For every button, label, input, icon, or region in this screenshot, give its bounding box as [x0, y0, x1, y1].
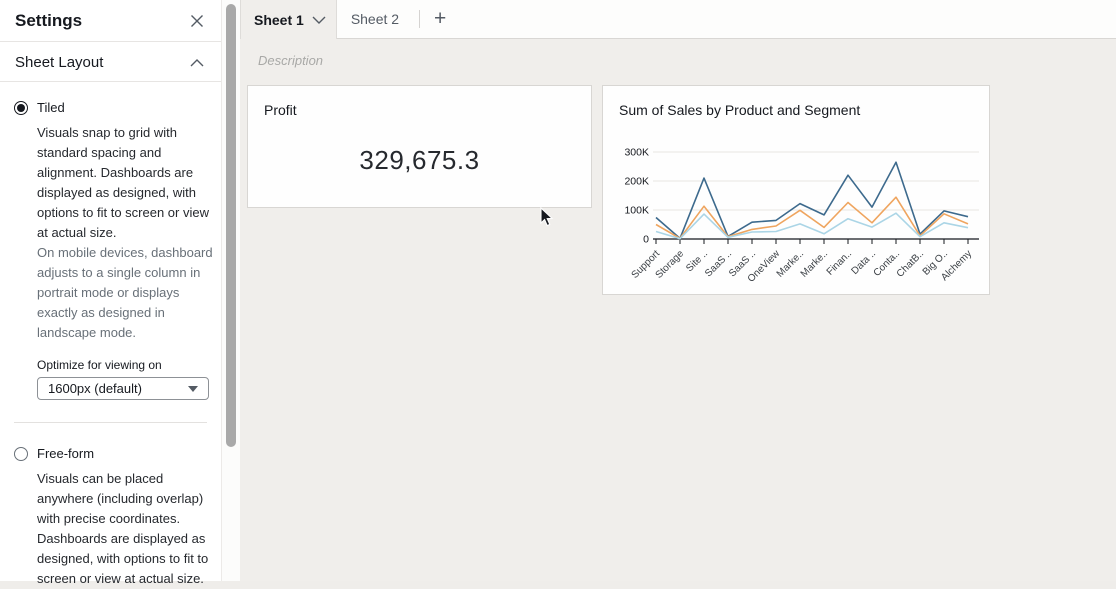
- chevron-up-icon[interactable]: [188, 53, 206, 71]
- x-axis-tick-label: ChatB..: [895, 248, 926, 279]
- tiled-radio-label: Tiled: [37, 100, 65, 115]
- optimize-select[interactable]: 1600px (default): [37, 377, 209, 400]
- y-axis-tick-label: 200K: [624, 176, 649, 188]
- caret-down-icon: [188, 386, 198, 392]
- profit-kpi-card[interactable]: Profit 329,675.3: [247, 85, 592, 208]
- optimize-select-value: 1600px (default): [48, 381, 142, 396]
- sidebar-scrollbar-track[interactable]: [222, 0, 240, 581]
- kpi-value: 329,675.3: [248, 145, 591, 176]
- freeform-radio-row[interactable]: Free-form: [14, 446, 207, 461]
- y-axis-tick-label: 0: [643, 234, 649, 246]
- chevron-down-icon[interactable]: [312, 12, 326, 28]
- y-axis-tick-label: 100K: [624, 205, 649, 217]
- tiled-description: Visuals snap to grid with standard spaci…: [37, 123, 213, 243]
- sheet-description-input[interactable]: Description: [258, 53, 323, 68]
- freeform-block: Free-form Visuals can be placed anywhere…: [14, 446, 207, 589]
- tab-sheet-2-label: Sheet 2: [351, 11, 399, 27]
- settings-panel: Settings Sheet Layout Tiled Visuals snap…: [0, 0, 222, 581]
- add-sheet-button[interactable]: +: [426, 0, 454, 38]
- sidebar-divider: [14, 422, 207, 423]
- sales-line-chart-card[interactable]: Sum of Sales by Product and Segment 300K…: [602, 85, 990, 295]
- tab-sheet-2[interactable]: Sheet 2: [337, 0, 413, 38]
- optimize-block: Optimize for viewing on 1600px (default): [37, 358, 207, 400]
- kpi-card-title: Profit: [264, 102, 297, 118]
- line-series-segment-1: [656, 162, 968, 238]
- tiled-radio-button[interactable]: [14, 101, 28, 115]
- settings-title: Settings: [15, 11, 82, 31]
- tab-sheet-1[interactable]: Sheet 1: [240, 0, 337, 40]
- freeform-radio-label: Free-form: [37, 446, 94, 461]
- settings-panel-header: Settings: [0, 0, 221, 42]
- y-axis-tick-label: 300K: [624, 147, 649, 159]
- sheet-tabbar: Sheet 1 Sheet 2 +: [240, 0, 1116, 39]
- tiled-radio-row[interactable]: Tiled: [14, 100, 207, 115]
- freeform-description: Visuals can be placed anywhere (includin…: [37, 469, 213, 589]
- tab-sheet-1-label: Sheet 1: [254, 12, 304, 28]
- sidebar-scrollbar-thumb[interactable]: [226, 4, 236, 447]
- x-axis-tick-label: Finan..: [825, 248, 854, 277]
- tiled-mobile-note: On mobile devices, dashboard adjusts to …: [37, 243, 213, 343]
- sheet-layout-section-header[interactable]: Sheet Layout: [0, 42, 221, 82]
- sheet-layout-title: Sheet Layout: [15, 54, 103, 71]
- close-icon[interactable]: [188, 12, 206, 30]
- mouse-cursor: [540, 207, 554, 227]
- sheet-layout-options: Tiled Visuals snap to grid with standard…: [0, 82, 221, 589]
- chart-title: Sum of Sales by Product and Segment: [619, 102, 860, 118]
- x-axis-tick-label: Marke..: [799, 248, 830, 279]
- sales-chart-svg: 300K200K100K0SupportStorageSite ..SaaS .…: [603, 131, 989, 294]
- dashboard-canvas: Description Profit 329,675.3 Sum of Sale…: [240, 39, 1116, 581]
- freeform-radio-button[interactable]: [14, 447, 28, 461]
- tab-separator: [419, 10, 420, 28]
- optimize-label: Optimize for viewing on: [37, 358, 207, 372]
